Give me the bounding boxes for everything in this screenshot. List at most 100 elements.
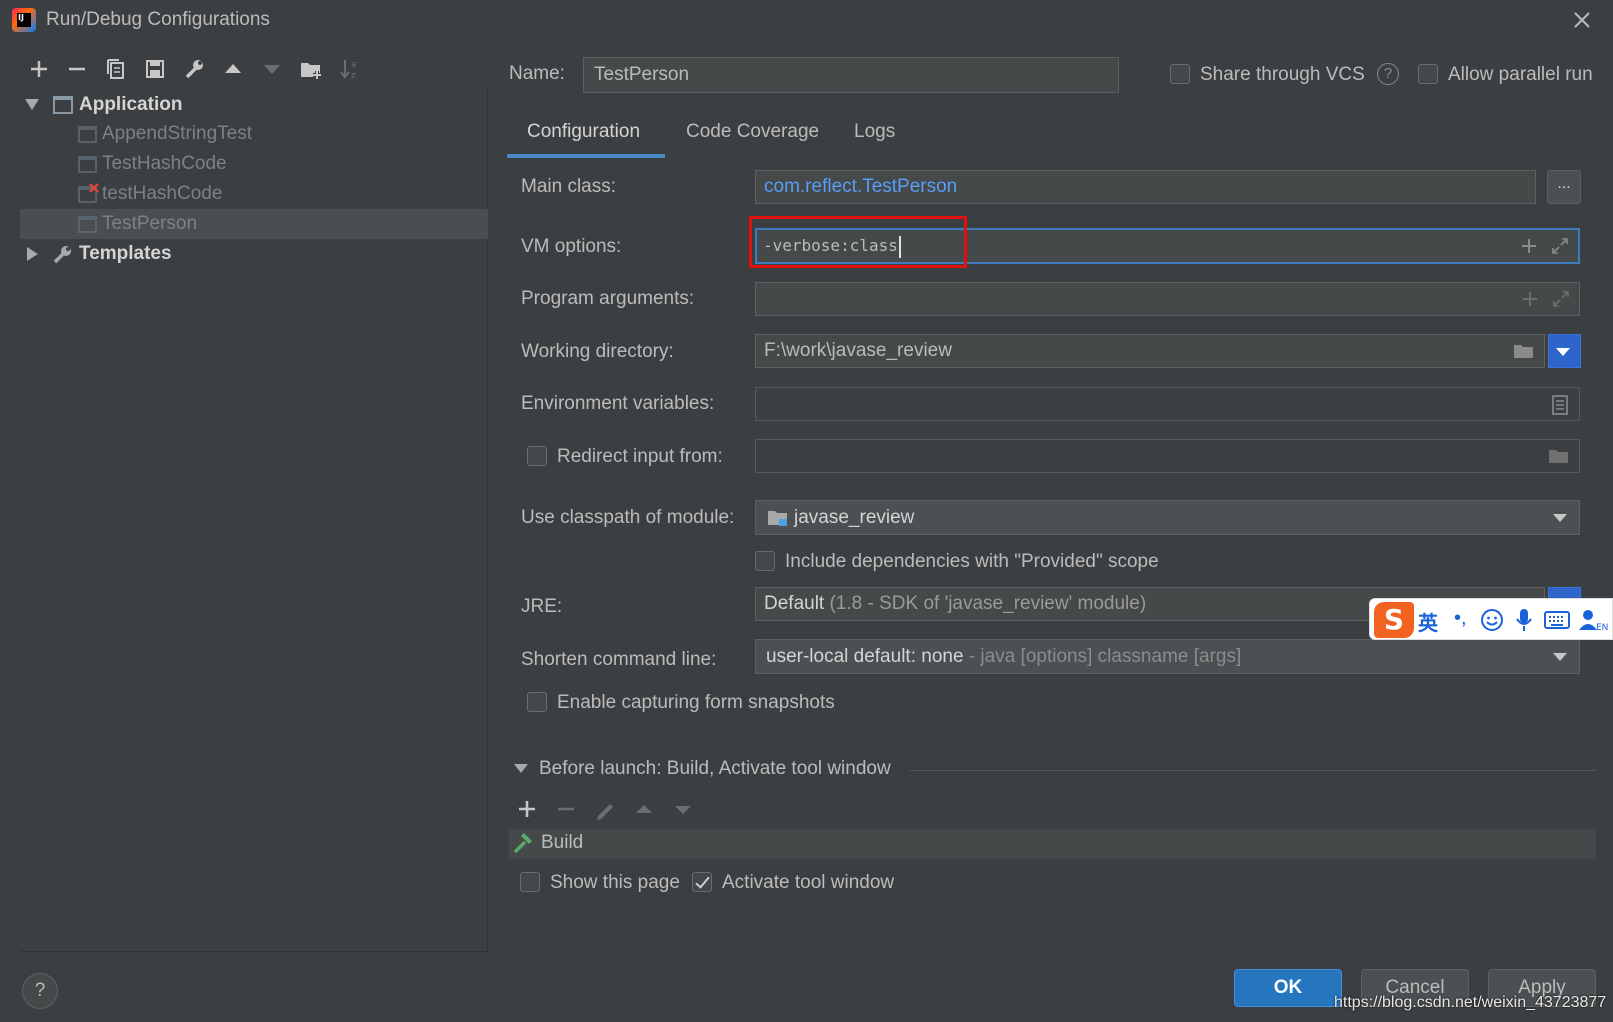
tree-node-application[interactable]: Application — [20, 90, 488, 120]
ime-toolbar: S 英 •, EN — [1369, 598, 1613, 640]
folder-icon[interactable] — [1512, 341, 1536, 361]
close-icon[interactable] — [1568, 6, 1596, 34]
show-this-page-checkbox[interactable] — [520, 872, 540, 892]
collapse-arrow-icon[interactable] — [514, 764, 528, 773]
main-class-label: Main class: — [521, 176, 617, 197]
tree-node-templates[interactable]: Templates — [20, 239, 488, 269]
chevron-down-icon — [1553, 653, 1567, 661]
working-directory-value: F:\work\javase_review — [764, 340, 952, 361]
build-task-label: Build — [541, 832, 584, 853]
intellij-icon: IJ — [12, 8, 36, 32]
wrench-icon[interactable] — [179, 54, 209, 84]
error-icon — [89, 183, 99, 193]
ime-punctuation-toggle[interactable]: •, — [1454, 607, 1467, 630]
remove-icon[interactable] — [62, 54, 92, 84]
redirect-input-label: Redirect input from: — [557, 446, 723, 467]
tab-logs[interactable]: Logs — [854, 118, 895, 158]
working-directory-input[interactable]: F:\work\javase_review — [755, 334, 1545, 368]
edit-icon — [597, 804, 613, 820]
application-icon — [78, 126, 97, 143]
before-launch-header[interactable]: Before launch: Build, Activate tool wind… — [539, 758, 891, 780]
redirect-input-field[interactable] — [755, 439, 1580, 473]
keyboard-icon[interactable] — [1543, 609, 1571, 631]
tree-label-templates: Templates — [79, 243, 172, 264]
folder-icon[interactable] — [1547, 446, 1571, 466]
shorten-command-line-select[interactable]: user-local default: none - java [options… — [755, 639, 1580, 674]
jre-value-detail: (1.8 - SDK of 'javase_review' module) — [829, 593, 1147, 614]
working-directory-dropdown-button[interactable] — [1548, 334, 1581, 368]
microphone-icon[interactable] — [1513, 607, 1535, 633]
move-down-icon — [675, 806, 691, 814]
ime-language-toggle[interactable]: 英 — [1418, 607, 1438, 636]
tab-code-coverage[interactable]: Code Coverage — [686, 118, 819, 158]
capture-snapshots-label: Enable capturing form snapshots — [557, 692, 835, 713]
before-launch-task-build[interactable] — [509, 829, 1596, 859]
tree-item-testhashcode[interactable]: TestHashCode — [20, 149, 488, 179]
ime-logo[interactable]: S — [1374, 602, 1414, 638]
share-vcs-checkbox[interactable] — [1170, 64, 1190, 84]
activate-tool-window-checkbox[interactable] — [692, 872, 712, 892]
annotation-highlight-box — [749, 216, 967, 268]
shorten-command-line-value: user-local default: none — [766, 646, 964, 667]
tab-configuration[interactable]: Configuration — [507, 118, 665, 158]
hammer-icon — [513, 833, 532, 854]
capture-snapshots-checkbox[interactable] — [527, 692, 547, 712]
copy-icon[interactable] — [101, 54, 131, 84]
environment-variables-label: Environment variables: — [521, 393, 715, 414]
tree-label: testHashCode — [102, 183, 223, 204]
tree-item-testperson[interactable]: TestPerson — [20, 209, 488, 239]
main-class-field[interactable]: com.reflect.TestPerson — [755, 170, 1536, 204]
expand-arrow-icon[interactable] — [25, 99, 39, 110]
expand-icon[interactable] — [1551, 289, 1571, 309]
user-settings-icon[interactable]: EN — [1578, 608, 1608, 632]
tree-label: TestPerson — [102, 213, 198, 234]
name-input[interactable]: TestPerson — [583, 57, 1119, 93]
classpath-module-select[interactable]: javase_review — [755, 500, 1580, 535]
save-icon[interactable] — [140, 54, 170, 84]
show-this-page-label: Show this page — [550, 872, 680, 893]
classpath-module-value: javase_review — [794, 507, 915, 528]
application-icon — [78, 156, 97, 173]
move-down-icon — [264, 65, 280, 74]
working-directory-label: Working directory: — [521, 341, 674, 362]
emoji-icon[interactable] — [1480, 608, 1504, 632]
add-icon[interactable] — [24, 54, 54, 84]
add-icon[interactable] — [1520, 237, 1538, 255]
watermark-text: https://blog.csdn.net/weixin_43723877 — [1334, 994, 1607, 1011]
allow-parallel-checkbox[interactable] — [1418, 64, 1438, 84]
include-dependencies-checkbox[interactable] — [755, 551, 775, 571]
new-folder-icon[interactable] — [296, 54, 326, 84]
sort-icon: az — [340, 60, 357, 81]
browse-button[interactable]: ... — [1547, 170, 1581, 204]
remove-icon — [558, 807, 574, 811]
svg-text:EN: EN — [1596, 623, 1608, 632]
config-tree: Application AppendStringTest TestHashCod… — [20, 88, 488, 952]
window-title: Run/Debug Configurations — [46, 9, 270, 30]
name-label: Name: — [509, 63, 565, 84]
tree-item-testhashcode-error[interactable]: testHashCode — [20, 179, 488, 209]
add-icon[interactable] — [514, 796, 540, 822]
classpath-module-label: Use classpath of module: — [521, 507, 735, 528]
help-button[interactable]: ? — [22, 973, 58, 1009]
expand-icon[interactable] — [1550, 236, 1570, 256]
document-icon[interactable] — [1551, 394, 1569, 416]
vm-options-label: VM options: — [521, 236, 622, 257]
chevron-down-icon — [1553, 514, 1567, 522]
ok-button[interactable]: OK — [1234, 969, 1342, 1007]
application-icon — [78, 216, 97, 233]
add-icon[interactable] — [1521, 290, 1539, 308]
title-bar: IJ Run/Debug Configurations — [0, 0, 1613, 42]
activate-tool-window-label: Activate tool window — [722, 872, 895, 893]
config-toolbar: az — [22, 54, 482, 86]
program-arguments-input[interactable] — [755, 282, 1580, 316]
help-icon[interactable]: ? — [1377, 63, 1399, 85]
environment-variables-input[interactable] — [755, 387, 1580, 421]
move-up-icon — [636, 805, 652, 813]
tree-item-appendstringtest[interactable]: AppendStringTest — [20, 119, 488, 149]
shorten-command-line-detail: - java [options] classname [args] — [968, 646, 1242, 667]
redirect-input-checkbox[interactable] — [527, 446, 547, 466]
shorten-command-line-label: Shorten command line: — [521, 649, 717, 670]
move-up-icon[interactable] — [218, 54, 248, 84]
module-folder-icon — [768, 511, 787, 526]
expand-arrow-icon[interactable] — [27, 247, 38, 261]
